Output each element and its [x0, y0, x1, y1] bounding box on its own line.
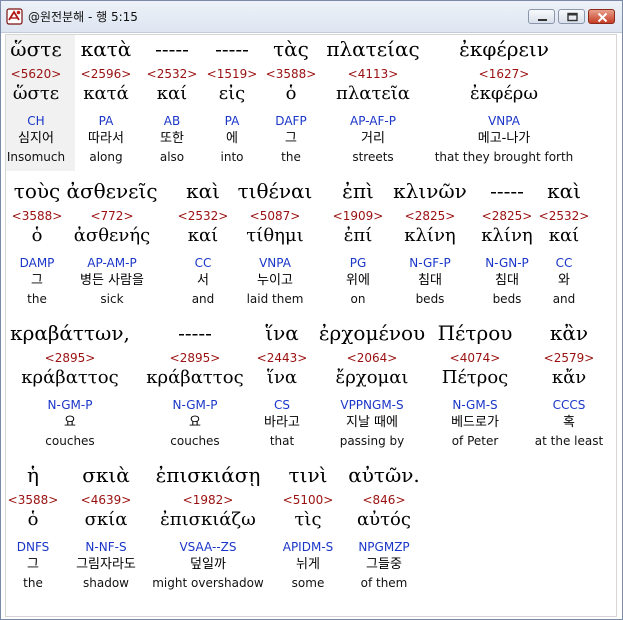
korean-gloss: 메고-나가 — [477, 131, 531, 146]
app-window: @원전분해 - 행 5:15 ὥστε <5620> ὥστε CH 심지어 Insomu… — [0, 0, 623, 620]
minimize-button[interactable] — [528, 9, 555, 24]
parsing-code: VNPA — [488, 114, 520, 128]
parsing-code: CC — [555, 256, 573, 270]
strong-number[interactable]: <846> — [314, 492, 454, 508]
strong-number[interactable]: <2579> — [499, 350, 616, 366]
close-button[interactable] — [588, 9, 615, 24]
interlinear-panel[interactable]: ὥστε <5620> ὥστε CH 심지어 Insomuch κατὰ <2596> κατ… — [5, 34, 617, 617]
parsing-code: CCCS — [552, 398, 586, 412]
app-book-icon — [6, 8, 23, 25]
greek-word[interactable]: καὶ — [494, 178, 616, 204]
english-gloss: at the least — [534, 434, 604, 448]
greek-word[interactable]: ἐκφέρειν — [434, 36, 574, 62]
minimize-icon — [538, 19, 547, 21]
greek-word[interactable]: πλατείας — [303, 36, 443, 62]
lemma: πλατεῖα — [336, 83, 410, 104]
greek-word[interactable]: κραβάττων, — [6, 320, 140, 346]
lemma: αὐτός — [357, 509, 411, 530]
strong-number[interactable]: <4113> — [303, 66, 443, 82]
english-gloss: streets — [352, 150, 394, 164]
english-gloss: that they brought forth — [434, 150, 574, 164]
parsing-code: N-GM-P — [47, 398, 93, 412]
greek-word[interactable]: αὐτῶν. — [314, 462, 454, 488]
lemma: κἄν — [551, 367, 587, 388]
korean-gloss: 요 — [64, 415, 76, 430]
parsing-code: NPGMZP — [358, 540, 410, 554]
korean-gloss: 와 — [558, 273, 570, 288]
korean-gloss: 그들중 — [366, 557, 402, 572]
window-title: @원전분해 - 행 5:15 — [28, 10, 138, 24]
parsing-code: AP-AF-P — [350, 114, 396, 128]
maximize-icon — [567, 12, 578, 22]
maximize-button[interactable] — [558, 9, 585, 24]
lemma: καί — [548, 225, 580, 246]
close-icon — [597, 12, 608, 23]
korean-gloss: 거리 — [361, 131, 385, 146]
strong-number[interactable]: <2532> — [494, 208, 616, 224]
english-gloss: and — [552, 292, 576, 306]
strong-number[interactable]: <2895> — [6, 350, 140, 366]
greek-word[interactable]: κἂν — [499, 320, 616, 346]
english-gloss: couches — [45, 434, 95, 448]
english-gloss: of them — [360, 576, 408, 590]
strong-number[interactable]: <1627> — [434, 66, 574, 82]
korean-gloss: 혹 — [563, 415, 575, 430]
title-bar[interactable]: @원전분해 - 행 5:15 — [1, 1, 622, 33]
lemma: ἐκφέρω — [469, 83, 539, 104]
lemma: κράβαττος — [21, 367, 119, 388]
